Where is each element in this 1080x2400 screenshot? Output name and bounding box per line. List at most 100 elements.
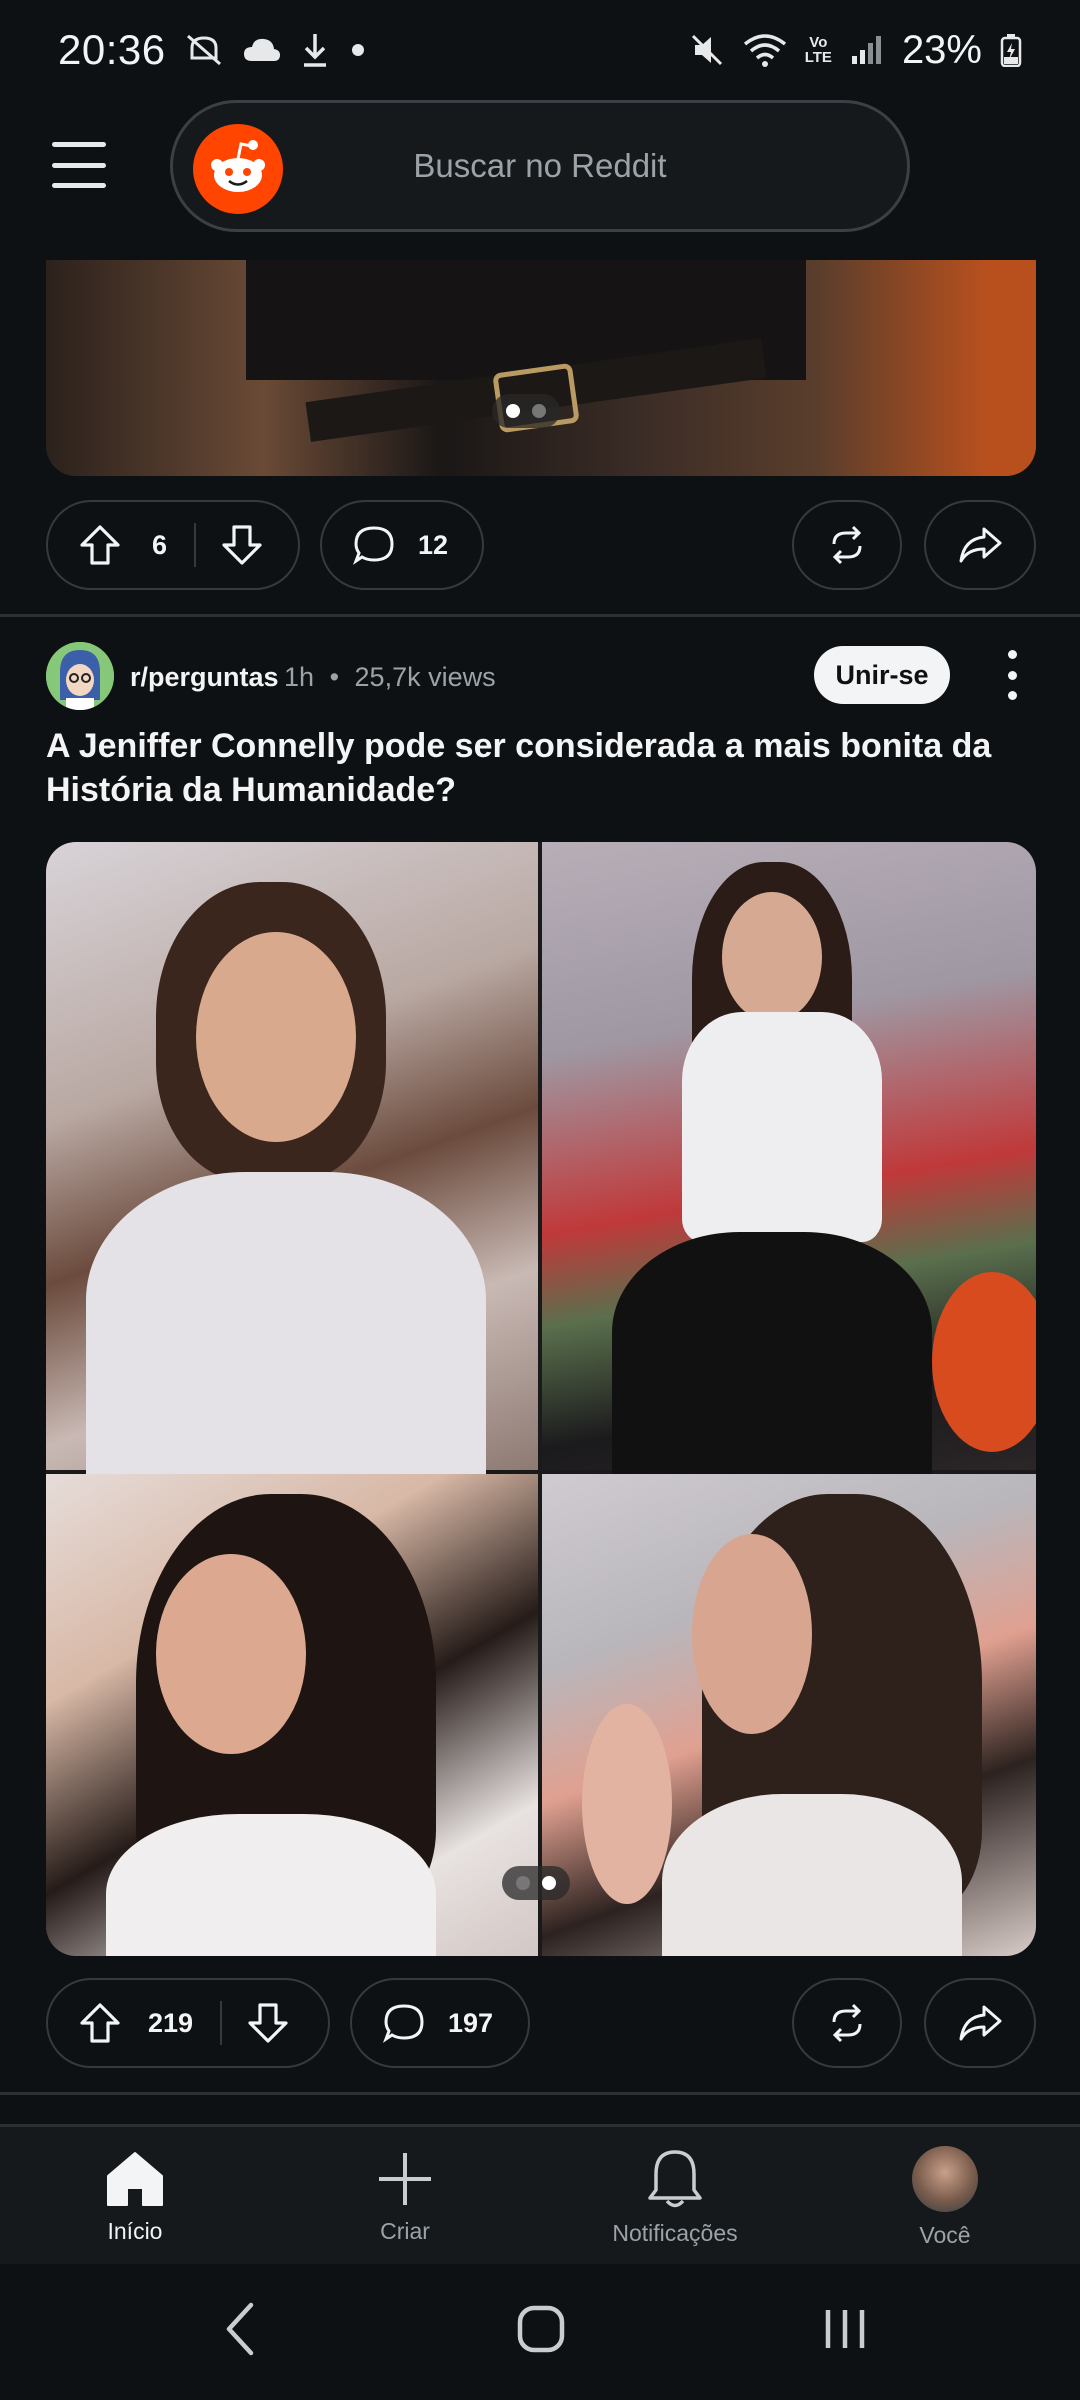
home-button-icon[interactable] xyxy=(506,2294,576,2364)
post1-share-button[interactable] xyxy=(924,500,1036,590)
image-region xyxy=(156,1554,306,1754)
download-icon xyxy=(300,32,330,68)
post2-upvote-count: 219 xyxy=(148,2007,194,2038)
nav-create[interactable]: Criar xyxy=(305,2127,505,2267)
vote-separator xyxy=(194,523,196,567)
gallery-image-4 xyxy=(542,1474,1036,1956)
meta-separator: • xyxy=(329,662,340,692)
post2-meta-info: 1h • 25,7k views xyxy=(284,662,496,693)
gallery-dot-active xyxy=(506,404,520,418)
subreddit-avatar[interactable] xyxy=(46,642,114,710)
gallery-dot xyxy=(516,1876,530,1890)
post1-upvote-count: 6 xyxy=(152,529,168,560)
downvote-icon[interactable] xyxy=(246,2001,290,2045)
upvote-icon[interactable] xyxy=(78,523,122,567)
share-icon xyxy=(958,2003,1002,2043)
post1-gallery-indicator xyxy=(492,394,560,428)
post2-actions: 219 197 xyxy=(46,1978,1036,2068)
subreddit-name[interactable]: r/perguntas xyxy=(130,662,279,693)
upvote-icon[interactable] xyxy=(78,2001,122,2045)
post2-comment-count: 197 xyxy=(448,2007,494,2038)
nav-create-label: Criar xyxy=(380,2217,430,2244)
more-dot xyxy=(1007,670,1017,680)
post1-vote-pill: 6 xyxy=(46,500,300,590)
volte-icon: Vo LTE xyxy=(805,35,832,65)
image-region xyxy=(662,1794,962,1956)
search-bar[interactable]: Buscar no Reddit xyxy=(170,100,910,232)
share-icon xyxy=(958,525,1002,565)
signal-icon xyxy=(850,34,884,66)
status-time: 20:36 xyxy=(58,26,166,73)
gallery-dot-active xyxy=(542,1876,556,1890)
join-button[interactable]: Unir-se xyxy=(814,646,950,704)
gallery-dot xyxy=(532,404,546,418)
battery-level: 23% xyxy=(901,27,982,72)
nav-notifications[interactable]: Notificações xyxy=(575,2127,775,2267)
post1-actions: 6 12 xyxy=(46,500,1036,590)
more-dot xyxy=(1007,691,1017,700)
post2-meta: r/perguntas 1h • 25,7k views Unir-se xyxy=(46,642,1036,714)
app-header: Buscar no Reddit xyxy=(0,100,1080,260)
nav-notifications-label: Notificações xyxy=(612,2219,738,2246)
more-options-icon[interactable] xyxy=(1000,650,1024,700)
bell-icon xyxy=(648,2149,702,2207)
image-region xyxy=(682,1012,882,1242)
menu-button[interactable] xyxy=(52,142,106,188)
bottom-navigation: Início Criar Notificações Você xyxy=(0,2124,1080,2264)
comment-icon xyxy=(352,523,396,567)
post1-comments-button[interactable]: 12 xyxy=(320,500,484,590)
status-left: 20:36 xyxy=(58,26,368,74)
recent-apps-icon[interactable] xyxy=(810,2294,880,2364)
post2-views: 25,7k views xyxy=(354,662,496,692)
post2-title[interactable]: A Jeniffer Connelly pode ser considerada… xyxy=(46,724,1036,812)
image-region xyxy=(932,1272,1036,1452)
plus-icon xyxy=(379,2152,431,2205)
volte-top: Vo xyxy=(809,34,828,51)
nav-you-label: Você xyxy=(919,2221,971,2248)
home-icon xyxy=(107,2151,163,2206)
comment-icon xyxy=(382,2001,426,2045)
downvote-icon[interactable] xyxy=(220,523,264,567)
image-region xyxy=(582,1704,672,1904)
menu-line xyxy=(52,183,106,188)
crosspost-icon xyxy=(826,2002,868,2044)
status-bar: 20:36 Vo LTE 23% xyxy=(0,0,1080,100)
post1-crosspost-button[interactable] xyxy=(792,500,902,590)
gallery-image-3 xyxy=(46,1474,538,1956)
wifi-icon xyxy=(743,32,787,68)
post2-crosspost-button[interactable] xyxy=(792,1978,902,2068)
image-region xyxy=(86,1172,486,1492)
dot-icon xyxy=(348,40,368,60)
more-dot xyxy=(1007,650,1017,659)
menu-line xyxy=(52,142,106,147)
battery-charging-icon xyxy=(1000,33,1022,67)
image-region xyxy=(722,892,822,1022)
menu-line xyxy=(52,162,106,168)
post1-media[interactable] xyxy=(46,260,1036,476)
search-placeholder: Buscar no Reddit xyxy=(413,147,667,184)
nav-home[interactable]: Início xyxy=(35,2127,235,2267)
do-not-disturb-off-icon xyxy=(184,32,224,68)
system-navigation-bar xyxy=(0,2264,1080,2400)
mute-icon xyxy=(689,32,725,68)
crosspost-icon xyxy=(826,524,868,566)
back-icon[interactable] xyxy=(210,2294,270,2364)
image-region xyxy=(692,1534,812,1734)
post2-comments-button[interactable]: 197 xyxy=(350,1978,530,2068)
post2-gallery[interactable] xyxy=(46,842,1036,1956)
post2-gallery-indicator xyxy=(502,1866,570,1900)
nav-home-label: Início xyxy=(107,2217,163,2244)
vote-separator xyxy=(220,2001,222,2045)
gallery-image-1 xyxy=(46,842,538,1492)
post2-time-ago: 1h xyxy=(284,662,315,692)
volte-bottom: LTE xyxy=(804,49,832,66)
status-right: Vo LTE 23% xyxy=(689,28,1022,73)
post-divider xyxy=(0,2092,1080,2095)
post2-share-button[interactable] xyxy=(924,1978,1036,2068)
gallery-image-2 xyxy=(542,842,1036,1482)
nav-you[interactable]: Você xyxy=(845,2127,1045,2267)
cloud-icon xyxy=(242,35,282,65)
post-divider xyxy=(0,614,1080,617)
image-region xyxy=(612,1232,932,1482)
image-region xyxy=(196,932,356,1142)
